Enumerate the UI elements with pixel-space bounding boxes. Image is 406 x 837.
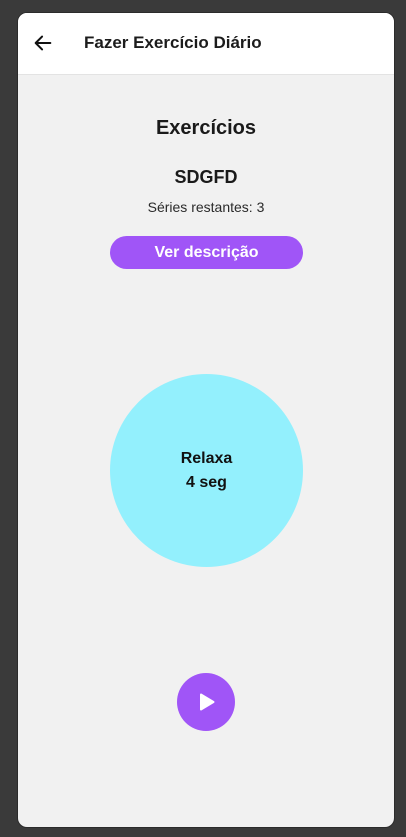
play-button[interactable] [177,673,235,731]
view-description-button[interactable]: Ver descrição [110,236,303,269]
timer-state: Relaxa [180,449,233,467]
timer-circle: Relaxa 4 seg [110,374,303,567]
timer-time: 4 seg [186,473,227,491]
app-bar: Fazer Exercício Diário [18,13,394,75]
arrow-left-icon [34,35,52,51]
app-frame: Fazer Exercício Diário Exercícios SDGFD … [18,13,394,827]
section-title: Exercícios [155,117,257,139]
page-title: Fazer Exercício Diário [84,33,262,52]
back-button[interactable] [28,28,58,58]
exercise-name: SDGFD [174,167,238,187]
play-icon [200,693,215,711]
series-remaining: Séries restantes: 3 [147,199,265,215]
